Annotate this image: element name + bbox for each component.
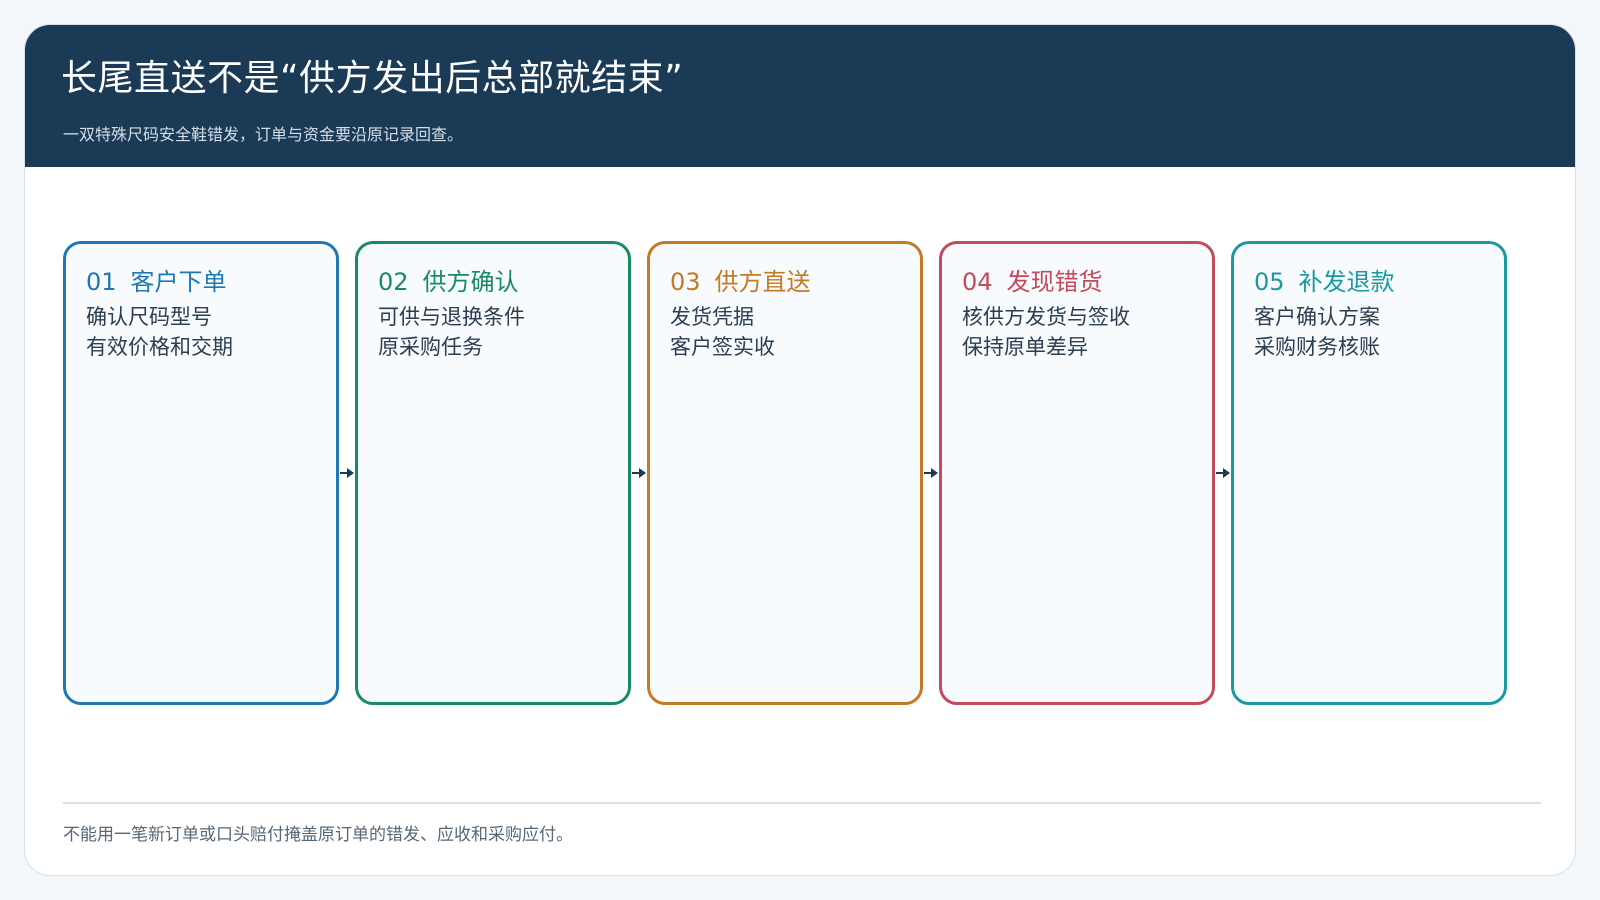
arrow-right-icon (1216, 468, 1230, 478)
step-detail-line: 发货凭据 (670, 305, 754, 329)
step-card-2: 02 供方确认 可供与退换条件 原采购任务 (355, 241, 631, 705)
step-number: 01 (86, 268, 117, 296)
step-number: 02 (378, 268, 409, 296)
step-detail-line: 客户确认方案 (1254, 305, 1380, 329)
step-detail-line: 有效价格和交期 (86, 335, 233, 359)
step-details: 可供与退换条件 原采购任务 (378, 302, 525, 362)
step-title: 04 发现错货 (962, 262, 1103, 297)
header-banner: 长尾直送不是“供方发出后总部就结束” 一双特殊尺码安全鞋错发，订单与资金要沿原记… (25, 25, 1575, 167)
step-label: 补发退款 (1298, 268, 1395, 296)
step-title: 03 供方直送 (670, 262, 811, 297)
step-label: 客户下单 (130, 268, 227, 296)
step-number: 05 (1254, 268, 1285, 296)
step-detail-line: 原采购任务 (378, 335, 483, 359)
step-details: 确认尺码型号 有效价格和交期 (86, 302, 233, 362)
step-label: 供方直送 (714, 268, 811, 296)
step-detail-line: 可供与退换条件 (378, 305, 525, 329)
step-title: 05 补发退款 (1254, 262, 1395, 297)
step-details: 核供方发货与签收 保持原单差异 (962, 302, 1130, 362)
step-label: 发现错货 (1006, 268, 1103, 296)
footer-note: 不能用一笔新订单或口头赔付掩盖原订单的错发、应收和采购应付。 (63, 825, 573, 845)
step-title: 02 供方确认 (378, 262, 519, 297)
step-card-3: 03 供方直送 发货凭据 客户签实收 (647, 241, 923, 705)
process-flow: 01 客户下单 确认尺码型号 有效价格和交期 02 供方确认 可供与退换条件 原采购… (63, 241, 1543, 705)
step-detail-line: 确认尺码型号 (86, 305, 212, 329)
footer-divider (63, 802, 1541, 804)
page-title: 长尾直送不是“供方发出后总部就结束” (61, 58, 684, 99)
step-number: 04 (962, 268, 993, 296)
arrow-right-icon (924, 468, 938, 478)
arrow-right-icon (632, 468, 646, 478)
step-details: 客户确认方案 采购财务核账 (1254, 302, 1380, 362)
arrow-right-icon (340, 468, 354, 478)
step-detail-line: 保持原单差异 (962, 335, 1088, 359)
step-detail-line: 客户签实收 (670, 335, 775, 359)
step-card-1: 01 客户下单 确认尺码型号 有效价格和交期 (63, 241, 339, 705)
step-card-4: 04 发现错货 核供方发货与签收 保持原单差异 (939, 241, 1215, 705)
step-card-5: 05 补发退款 客户确认方案 采购财务核账 (1231, 241, 1507, 705)
page-subtitle: 一双特殊尺码安全鞋错发，订单与资金要沿原记录回查。 (63, 125, 464, 144)
step-detail-line: 采购财务核账 (1254, 335, 1380, 359)
step-number: 03 (670, 268, 701, 296)
step-title: 01 客户下单 (86, 262, 227, 297)
step-detail-line: 核供方发货与签收 (962, 305, 1130, 329)
step-details: 发货凭据 客户签实收 (670, 302, 775, 362)
slide: 长尾直送不是“供方发出后总部就结束” 一双特殊尺码安全鞋错发，订单与资金要沿原记… (24, 24, 1576, 876)
step-label: 供方确认 (422, 268, 519, 296)
